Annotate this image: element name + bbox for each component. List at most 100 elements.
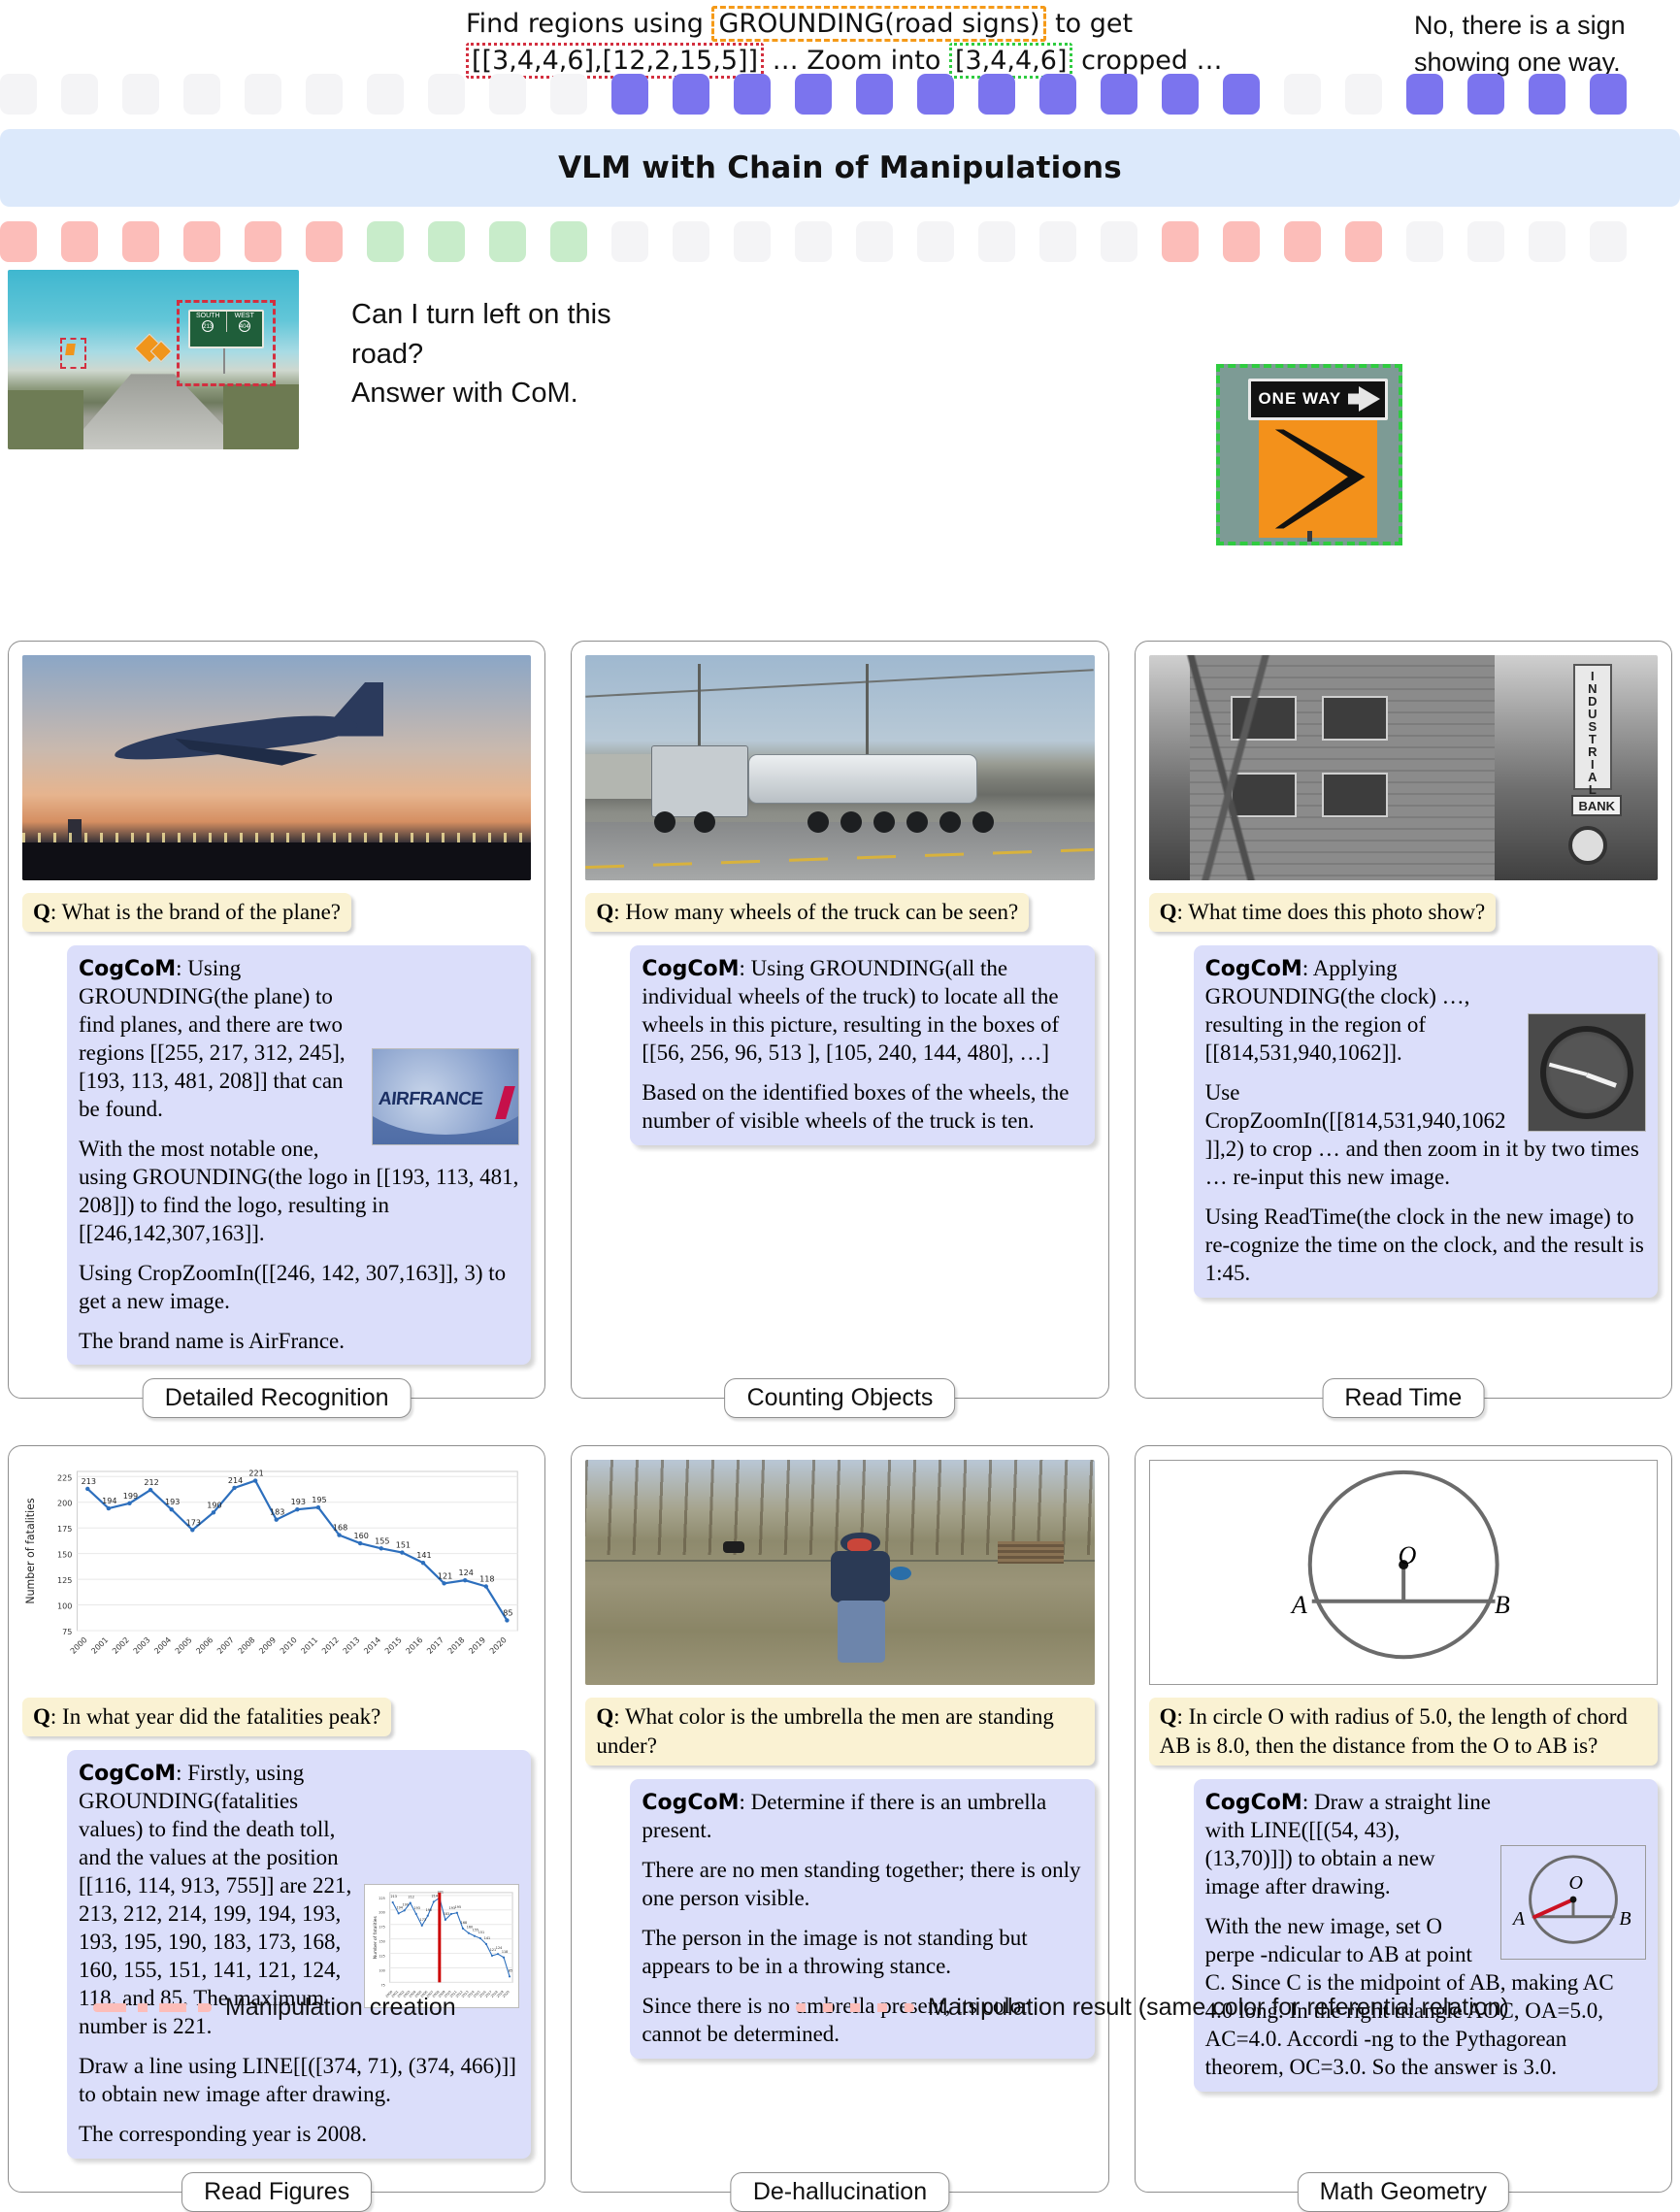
token-12 [673,74,709,115]
svg-text:183: 183 [270,1508,284,1517]
svg-text:213: 213 [82,1478,96,1487]
answer-paragraph-2: There are no men standing together; ther… [642,1858,1081,1911]
token-2 [61,74,98,115]
question-text: : How many wheels of the truck can be se… [613,900,1019,924]
demo-row: SOUTH 213 WEST 404 Can I turn left on this… [0,270,1680,454]
prompt-line2-mid: … Zoom into [764,46,949,77]
legend: Manipulation creation Manipulation resul… [0,1980,1680,2036]
question-prefix: Q [596,900,614,924]
token-19 [1101,74,1137,115]
road-photo: SOUTH 213 WEST 404 [8,270,299,449]
token-27 [1590,74,1627,115]
svg-text:214: 214 [432,1895,438,1898]
panel-tag-read-time: Read Time [1322,1378,1485,1419]
svg-text:160: 160 [353,1533,368,1541]
grounding-box-signs [177,300,276,387]
svg-text:193: 193 [291,1499,306,1507]
log-pile [998,1541,1065,1565]
svg-text:195: 195 [312,1497,326,1505]
panel-math-geometry: O A B Q: In circle O with radius of 5.0,… [1134,1445,1672,2212]
panel-tag-de-hallucination: De-hallucination [730,2171,950,2212]
svg-text:213: 213 [391,1895,397,1898]
svg-text:168: 168 [461,1921,467,1925]
legs [837,1600,885,1664]
vlm-banner: VLM with Chain of Manipulations [0,129,1680,207]
oneway-crop-result: ONE WAY [1216,364,1402,545]
svg-text:2013: 2013 [342,1636,362,1657]
one-way-arrow-icon [1358,386,1380,413]
person-throwing-photo [585,1460,1095,1686]
token-20 [1162,221,1199,262]
answer-bubble: AIRFRANCE CogCoM: Using GROUNDING(the pl… [67,944,532,1366]
svg-text:125: 125 [57,1577,72,1586]
answer-label: CogCoM [79,956,177,981]
demo-question: Can I turn left on this road? Answer wit… [351,299,611,410]
one-way-sign-text: ONE WAY [1258,389,1342,409]
answer-paragraph-3: The corresponding year is 2008. [79,2122,368,2146]
svg-text:190: 190 [207,1502,221,1510]
svg-text:150: 150 [379,1940,385,1944]
svg-text:85: 85 [509,1969,512,1973]
token-24 [1406,221,1443,262]
token-row-bottom [0,221,1680,262]
token-20 [1162,74,1199,115]
answer-label: CogCoM [642,1791,740,1816]
oneway-sign-post [1307,531,1313,542]
question-bubble: Q: In what year did the fatalities peak? [22,1698,392,1737]
answer-bubble: 75 100 125 150 175 200 225 213 194 199 212 193 173 19… [67,1750,532,2159]
svg-text:194: 194 [102,1498,116,1506]
token-26 [1529,74,1565,115]
answer-label: CogCoM [79,1762,177,1787]
token-21 [1223,74,1260,115]
token-1 [0,221,37,262]
question-bubble: Q: In circle O with radius of 5.0, the l… [1148,1698,1658,1766]
svg-text:2008: 2008 [237,1636,257,1657]
svg-text:151: 151 [478,1931,484,1934]
svg-text:2015: 2015 [383,1636,404,1657]
token-10 [550,221,587,262]
token-17 [978,74,1015,115]
svg-text:100: 100 [57,1602,72,1611]
answer-paragraph-2: With the most notable one, using GROUNDI… [79,1136,519,1245]
dash-line-swatch [93,2003,212,2012]
bare-tree-branches [1148,655,1333,880]
svg-text:118: 118 [502,1950,508,1954]
svg-text:Number of fatalities: Number of fatalities [24,1499,37,1605]
industrial-vertical-sign: INDUSTRIAL [1572,664,1612,795]
token-12 [673,221,709,262]
svg-text:150: 150 [57,1551,72,1560]
question-text: : What time does this photo show? [1176,900,1486,924]
token-3 [122,74,159,115]
svg-text:2017: 2017 [425,1636,445,1657]
truck-photo [585,655,1095,880]
grass-right [223,384,299,449]
street-clock [1567,826,1607,866]
panel-read-figures: 75 100 125 150 175 200 225 213 194 199 212 193 173 19… [8,1445,546,2212]
panel-read-time: INDUSTRIAL BANK Q: What time does this p… [1134,641,1672,1419]
final-answer-text: No, there is a sign showing one way. [1414,11,1626,77]
svg-text:2014: 2014 [362,1636,382,1657]
svg-text:151: 151 [396,1541,411,1550]
token-1 [0,74,37,115]
svg-text:2003: 2003 [132,1636,152,1657]
question-bubble: Q: How many wheels of the truck can be s… [585,893,1030,932]
token-16 [917,221,954,262]
panel-tag-math-geometry: Math Geometry [1297,2171,1509,2212]
token-row-top [0,74,1680,115]
token-10 [550,74,587,115]
svg-text:2012: 2012 [320,1636,341,1657]
panel-tag-detailed-recognition: Detailed Recognition [142,1378,412,1419]
svg-text:225: 225 [57,1474,72,1483]
svg-text:2020: 2020 [488,1636,509,1657]
geometry-figure: O A B [1148,1460,1658,1686]
token-6 [306,221,343,262]
svg-text:195: 195 [455,1905,461,1909]
question-text: : In circle O with radius of 5.0, the le… [1159,1704,1628,1759]
dog [722,1541,744,1553]
svg-text:190: 190 [426,1908,432,1912]
svg-text:2011: 2011 [299,1636,319,1657]
grounding-call-highlight: GROUNDING(road signs) [711,6,1047,43]
token-8 [428,74,465,115]
geometry-label-O: O [1398,1541,1417,1570]
answer-paragraph-2: Draw a line using LINE[[([374, 71), (374… [79,2054,516,2107]
